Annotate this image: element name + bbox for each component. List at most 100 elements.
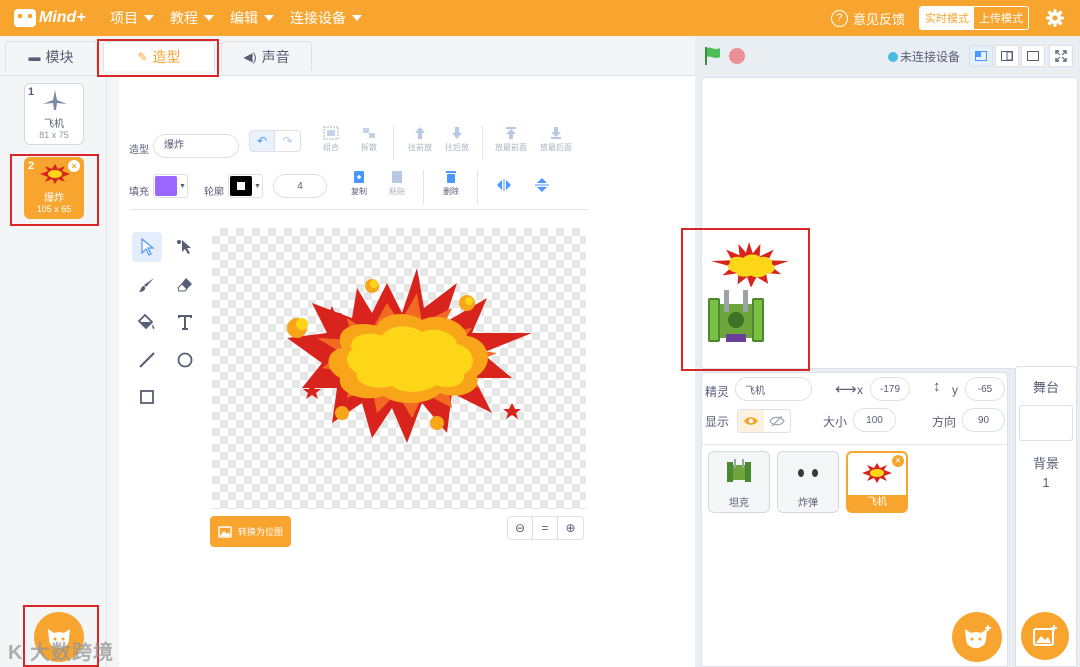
- fill-tool[interactable]: [132, 307, 162, 337]
- redo-button[interactable]: ↷: [275, 130, 301, 152]
- size-input[interactable]: 100: [853, 408, 896, 432]
- sprite-item-bomb[interactable]: 炸弹: [777, 451, 839, 513]
- group-button[interactable]: 组合: [314, 126, 348, 153]
- menu-connect-device[interactable]: 连接设备: [290, 8, 362, 28]
- backward-label: 往后放: [445, 143, 469, 152]
- realtime-mode-button[interactable]: 实时模式: [920, 7, 974, 29]
- toolbar-divider: [393, 126, 394, 160]
- send-to-back-label: 放最后面: [540, 143, 572, 152]
- feedback-link[interactable]: ? 意见反馈: [830, 9, 905, 28]
- sprite-name-input[interactable]: 飞机: [735, 377, 812, 401]
- normal-stage-button[interactable]: [995, 45, 1019, 67]
- stop-button[interactable]: [729, 48, 745, 64]
- forward-button[interactable]: 往前放: [403, 126, 437, 153]
- normal-stage-icon: [1001, 51, 1013, 61]
- convert-to-bitmap-button[interactable]: 转换为位图: [210, 516, 292, 547]
- paint-editor: 造型 爆炸 ↶ ↷ 组合 拆散 往前放 往后放 放最前面 放最后面 填充 ▼ 轮…: [120, 76, 695, 667]
- flip-horizontal-button[interactable]: [487, 178, 521, 194]
- bring-to-front-button[interactable]: 放最前面: [494, 126, 528, 153]
- sprite-label: 精灵: [705, 385, 730, 399]
- sprite-info: 精灵 飞机 ⟷ x -179 ↕ y -65 显示 大小 100 方向 90: [702, 373, 1007, 445]
- text-tool[interactable]: [170, 307, 200, 337]
- copy-button[interactable]: 复制: [342, 170, 376, 197]
- tank-thumbnail-icon: [727, 459, 751, 482]
- zoom-controls: ⊖ = ⊕: [507, 516, 584, 540]
- equals-icon: =: [541, 521, 549, 535]
- stage-canvas[interactable]: [701, 77, 1078, 369]
- fullscreen-icon: [1055, 50, 1067, 62]
- reshape-tool[interactable]: [170, 232, 200, 262]
- direction-input[interactable]: 90: [962, 408, 1005, 432]
- costume-size: 81 x 75: [39, 130, 69, 140]
- status-dot-icon: [888, 51, 898, 62]
- line-tool[interactable]: [132, 345, 162, 375]
- costume-list-scrollbar[interactable]: [107, 76, 119, 667]
- airplane-icon: [43, 90, 67, 110]
- costume-index: 2: [28, 160, 35, 172]
- menu-bar: Mind+ 项目 教程 编辑 连接设备 ? 意见反馈 实时模式 上传模式: [0, 0, 1080, 36]
- trash-icon: [446, 171, 456, 183]
- green-flag-icon[interactable]: [704, 46, 722, 66]
- ungroup-button[interactable]: 拆散: [352, 126, 386, 153]
- watermark: K 大数跨境: [8, 642, 114, 664]
- outline-swatch: [230, 176, 252, 196]
- fullscreen-button[interactable]: [1049, 45, 1073, 67]
- question-icon: ?: [830, 9, 848, 27]
- tab-sounds[interactable]: ◀) 声音: [221, 41, 312, 71]
- close-icon[interactable]: ×: [892, 455, 904, 467]
- costume-name-input[interactable]: 爆炸: [153, 134, 239, 158]
- rectangle-tool[interactable]: [132, 382, 162, 412]
- large-stage-button[interactable]: [1021, 45, 1045, 67]
- upload-mode-button[interactable]: 上传模式: [974, 7, 1028, 29]
- toolbar-divider: [482, 126, 483, 160]
- brush-icon: ✎: [137, 49, 148, 64]
- undo-button[interactable]: ↶: [249, 130, 275, 152]
- send-to-back-button[interactable]: 放最后面: [539, 126, 573, 153]
- add-sprite-button[interactable]: [952, 612, 1002, 662]
- zoom-in-button[interactable]: ⊕: [558, 517, 583, 539]
- eraser-tool[interactable]: [170, 270, 200, 300]
- y-input[interactable]: -65: [965, 377, 1005, 401]
- gear-icon[interactable]: [1045, 8, 1065, 28]
- app-logo[interactable]: Mind+: [14, 0, 94, 36]
- tab-costumes[interactable]: ✎ 造型: [103, 41, 215, 71]
- backward-button[interactable]: 往后放: [440, 126, 474, 153]
- outline-color-picker[interactable]: ▼: [228, 174, 263, 198]
- connection-status[interactable]: 未连接设备: [888, 48, 960, 65]
- menu-project[interactable]: 项目: [110, 8, 154, 28]
- y-arrow-icon: ↕: [933, 378, 941, 395]
- chevron-down-icon: [264, 15, 274, 21]
- costume-item-2[interactable]: 2 × 爆炸 105 x 65: [24, 157, 84, 219]
- explosion-thumbnail-icon: [862, 463, 892, 483]
- small-stage-button[interactable]: [969, 45, 993, 67]
- delete-button[interactable]: 删除: [434, 170, 468, 197]
- x-input[interactable]: -179: [870, 377, 910, 401]
- arrow-down-icon: [452, 127, 462, 139]
- tab-blocks[interactable]: ▬ 模块: [5, 41, 97, 71]
- tab-blocks-label: 模块: [45, 48, 74, 65]
- convert-to-bitmap-label: 转换为位图: [238, 527, 284, 537]
- brush-tool[interactable]: [132, 270, 162, 300]
- outline-width-input[interactable]: 4: [273, 174, 327, 198]
- group-icon: [323, 126, 339, 140]
- fill-color-picker[interactable]: ▼: [153, 174, 188, 198]
- zoom-reset-button[interactable]: =: [533, 517, 558, 539]
- costume-item-1[interactable]: 1 飞机 81 x 75: [24, 83, 84, 145]
- direction-label: 方向: [932, 415, 957, 429]
- sprite-item-airplane[interactable]: × 飞机: [846, 451, 908, 513]
- menu-edit[interactable]: 编辑: [230, 8, 274, 28]
- show-label: 显示: [705, 415, 730, 429]
- zoom-out-button[interactable]: ⊖: [508, 517, 533, 539]
- costume-index: 1: [28, 86, 35, 98]
- flip-vertical-button[interactable]: [525, 178, 559, 194]
- select-tool[interactable]: [132, 232, 162, 262]
- circle-tool[interactable]: [170, 345, 200, 375]
- eraser-icon: [177, 278, 192, 292]
- sprite-item-tank[interactable]: 坦克: [708, 451, 770, 513]
- paint-canvas[interactable]: [212, 228, 586, 509]
- paste-button[interactable]: 粘贴: [380, 170, 414, 197]
- add-backdrop-button[interactable]: [1021, 612, 1069, 660]
- hide-button[interactable]: [764, 410, 790, 432]
- show-button[interactable]: [738, 410, 764, 432]
- menu-tutorial[interactable]: 教程: [170, 8, 214, 28]
